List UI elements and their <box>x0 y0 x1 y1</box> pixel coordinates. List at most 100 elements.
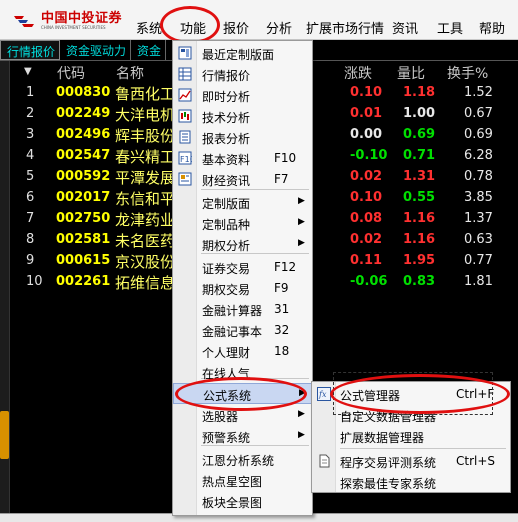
menu-system[interactable]: 系统 <box>136 18 162 37</box>
submenu-arrow-icon: ▶ <box>298 430 305 440</box>
submenu-item[interactable]: 探索最佳专家系统 <box>312 472 510 493</box>
menu-item-label: 公式系统 <box>203 389 252 403</box>
menu-item[interactable]: 预警系统 ▶ <box>173 426 312 447</box>
menu-function[interactable]: 功能 <box>180 18 206 37</box>
turnover-rate: 0.77 <box>464 253 493 268</box>
stock-code: 002496 <box>56 127 111 142</box>
price-change: -0.10 <box>350 148 388 163</box>
menu-item[interactable]: 行情报价 <box>173 64 312 85</box>
stock-code: 002750 <box>56 211 111 226</box>
layout-icon <box>178 46 192 60</box>
menu-item-label: 报表分析 <box>202 132 251 146</box>
turnover-rate: 3.85 <box>464 190 493 205</box>
menu-item[interactable]: 定制品种 ▶ <box>173 213 312 234</box>
menu-item[interactable]: 金融记事本 32 <box>173 320 312 341</box>
menu-item[interactable]: 报表分析 <box>173 127 312 148</box>
stock-name: 平潭发展 <box>115 169 176 187</box>
column-header-turnover[interactable]: 换手% <box>447 63 488 83</box>
menu-extended-market[interactable]: 扩展市场行情 <box>306 18 384 37</box>
menu-item-label: 江恩分析系统 <box>202 454 275 468</box>
menu-item[interactable]: 热点星空图 <box>173 470 312 491</box>
menu-item-label: 基本资料 <box>202 153 251 167</box>
menu-item[interactable]: 技术分析 <box>173 106 312 127</box>
menu-item[interactable]: F10 基本资料 F10 <box>173 148 312 169</box>
submenu-item[interactable]: 程序交易评测系统 Ctrl+S <box>312 451 510 472</box>
turnover-rate: 1.52 <box>464 85 493 100</box>
stock-name: 东信和平 <box>115 190 176 208</box>
stock-code: 002017 <box>56 190 111 205</box>
menu-analysis[interactable]: 分析 <box>266 18 292 37</box>
menu-item[interactable]: 期权交易 F9 <box>173 278 312 299</box>
column-header-name[interactable]: 名称 <box>116 63 144 83</box>
stock-name: 龙津药业 <box>115 211 176 229</box>
menu-item[interactable]: 在线人气 <box>173 362 312 383</box>
menu-item-shortcut: F7 <box>274 172 289 186</box>
column-header-volume-ratio[interactable]: 量比 <box>397 63 425 83</box>
menu-item[interactable]: 板块全景图 <box>173 491 312 512</box>
row-index: 8 <box>26 232 35 247</box>
tab-fund-drive[interactable]: 资金驱动力 <box>60 40 132 60</box>
document-icon <box>317 454 331 468</box>
row-index: 10 <box>26 274 43 289</box>
volume-ratio: 1.16 <box>403 211 436 226</box>
menu-item[interactable]: 公式系统 ▶ <box>173 383 312 404</box>
tab-quotes[interactable]: 行情报价 <box>0 40 61 60</box>
row-index: 6 <box>26 190 35 205</box>
stock-name: 辉丰股份 <box>115 127 176 145</box>
menu-item-label: 选股器 <box>202 410 239 424</box>
menu-item[interactable]: 金融计算器 31 <box>173 299 312 320</box>
menu-item-shortcut: F12 <box>274 260 297 274</box>
column-header-code[interactable]: 代码 <box>57 63 85 83</box>
menu-item-shortcut: 18 <box>274 344 290 358</box>
focus-dashed-box <box>333 372 493 415</box>
menu-item-label: 金融记事本 <box>202 325 263 339</box>
menu-item[interactable]: 证券交易 F12 <box>173 257 312 278</box>
menu-info[interactable]: 资讯 <box>392 18 418 37</box>
menu-item-label: 技术分析 <box>202 111 251 125</box>
menu-item-label: 行情报价 <box>202 69 251 83</box>
submenu-item-shortcut: Ctrl+S <box>456 454 496 468</box>
price-change: 0.10 <box>350 85 383 100</box>
volume-ratio: 0.69 <box>403 127 436 142</box>
menu-item-label: 最近定制版面 <box>202 48 275 62</box>
submenu-arrow-icon: ▶ <box>298 238 305 248</box>
volume-ratio: 1.18 <box>403 85 436 100</box>
menu-item-label: 即时分析 <box>202 90 251 104</box>
price-change: 0.01 <box>350 106 383 121</box>
line-chart-icon <box>178 88 192 102</box>
stock-name: 鲁西化工 <box>115 85 176 103</box>
menu-tools[interactable]: 工具 <box>437 18 463 37</box>
menu-item-label: 板块全景图 <box>202 496 263 510</box>
sort-arrow-icon[interactable]: ▼ <box>24 66 32 77</box>
price-change: 0.11 <box>350 253 383 268</box>
turnover-rate: 6.28 <box>464 148 493 163</box>
menu-item-shortcut: 31 <box>274 302 290 316</box>
menu-item[interactable]: 定制版面 ▶ <box>173 192 312 213</box>
menu-item[interactable]: 期权分析 ▶ <box>173 234 312 255</box>
menu-item[interactable]: 个人理财 18 <box>173 341 312 362</box>
left-collapse-strip <box>0 61 10 513</box>
menu-item-label: 期权交易 <box>202 283 251 297</box>
logo-chinese-text: 中国中投证券 <box>41 11 123 26</box>
menu-item[interactable]: 即时分析 <box>173 85 312 106</box>
tab-fund[interactable]: 资金 <box>131 40 167 60</box>
price-change: 0.02 <box>350 232 383 247</box>
menu-item-label: 金融计算器 <box>202 304 263 318</box>
volume-ratio: 0.83 <box>403 274 436 289</box>
expand-handle[interactable] <box>0 411 9 459</box>
submenu-item[interactable]: 扩展数据管理器 <box>312 426 510 447</box>
submenu-item-label: 扩展数据管理器 <box>340 431 425 445</box>
menu-help[interactable]: 帮助 <box>479 18 505 37</box>
menu-item[interactable]: 江恩分析系统 <box>173 449 312 470</box>
turnover-rate: 1.81 <box>464 274 493 289</box>
menu-item[interactable]: 财经资讯 F7 <box>173 169 312 190</box>
submenu-arrow-icon: ▶ <box>299 388 306 398</box>
column-header-change[interactable]: 涨跌 <box>344 63 372 83</box>
menu-item[interactable]: 选股器 ▶ <box>173 405 312 426</box>
menu-item-shortcut: F9 <box>274 281 289 295</box>
menu-item-label: 财经资讯 <box>202 174 251 188</box>
menu-item[interactable]: 最近定制版面 <box>173 43 312 64</box>
menu-quote[interactable]: 报价 <box>223 18 249 37</box>
f10-icon: F10 <box>178 151 195 165</box>
broker-logo: 中国中投证券 CHINA INVESTMENT SECURITIES <box>12 12 122 30</box>
